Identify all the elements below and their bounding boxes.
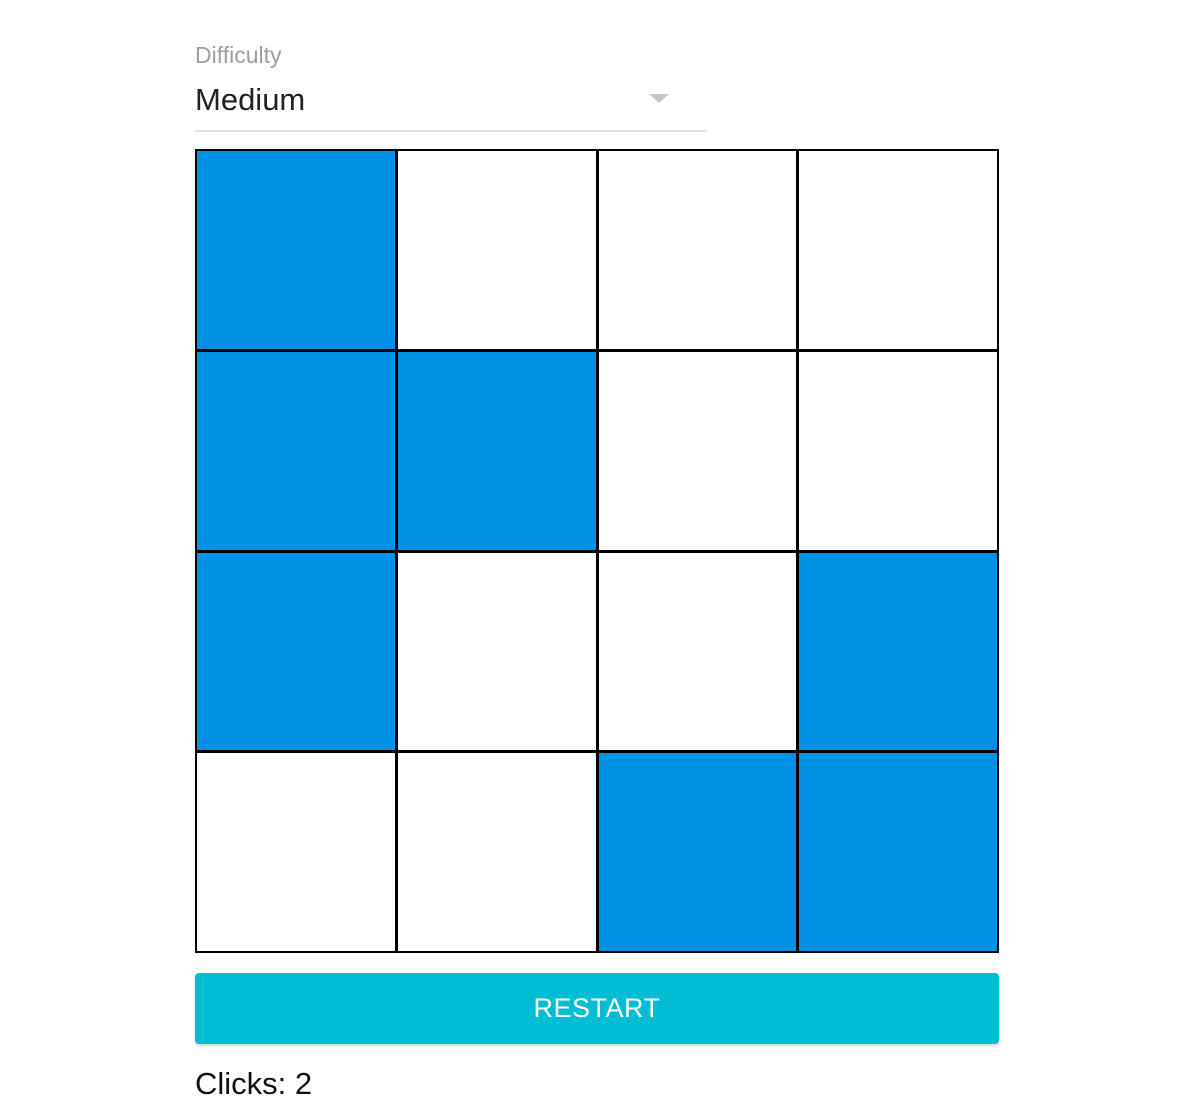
board-cell-r1-c2[interactable] (397, 151, 596, 349)
board-cell-r1-c1[interactable] (197, 151, 395, 349)
board-cell-r2-c2[interactable] (397, 351, 596, 550)
click-counter: Clicks: 2 (195, 1066, 313, 1101)
board-cell-r2-c1[interactable] (197, 351, 395, 550)
board-cell-r4-c1[interactable] (197, 753, 395, 951)
restart-button[interactable]: RESTART (195, 973, 999, 1044)
board-cell-r4-c4[interactable] (799, 753, 997, 951)
board-cell-r2-c3[interactable] (598, 351, 797, 550)
game-board (195, 149, 999, 953)
caret-down-icon[interactable] (649, 94, 669, 103)
difficulty-select[interactable]: Difficulty Medium (195, 38, 707, 132)
select-underline (195, 130, 707, 132)
board-cell-r1-c4[interactable] (799, 151, 997, 349)
board-cell-r4-c3[interactable] (598, 753, 797, 951)
board-cell-r4-c2[interactable] (397, 753, 596, 951)
board-cell-r3-c2[interactable] (397, 552, 596, 751)
board-cell-r3-c1[interactable] (197, 552, 395, 751)
board-cell-r1-c3[interactable] (598, 151, 797, 349)
board-cell-r2-c4[interactable] (799, 351, 997, 550)
difficulty-label: Difficulty (195, 42, 282, 68)
difficulty-value[interactable]: Medium (195, 82, 305, 118)
board-cell-r3-c4[interactable] (799, 552, 997, 751)
board-cell-r3-c3[interactable] (598, 552, 797, 751)
